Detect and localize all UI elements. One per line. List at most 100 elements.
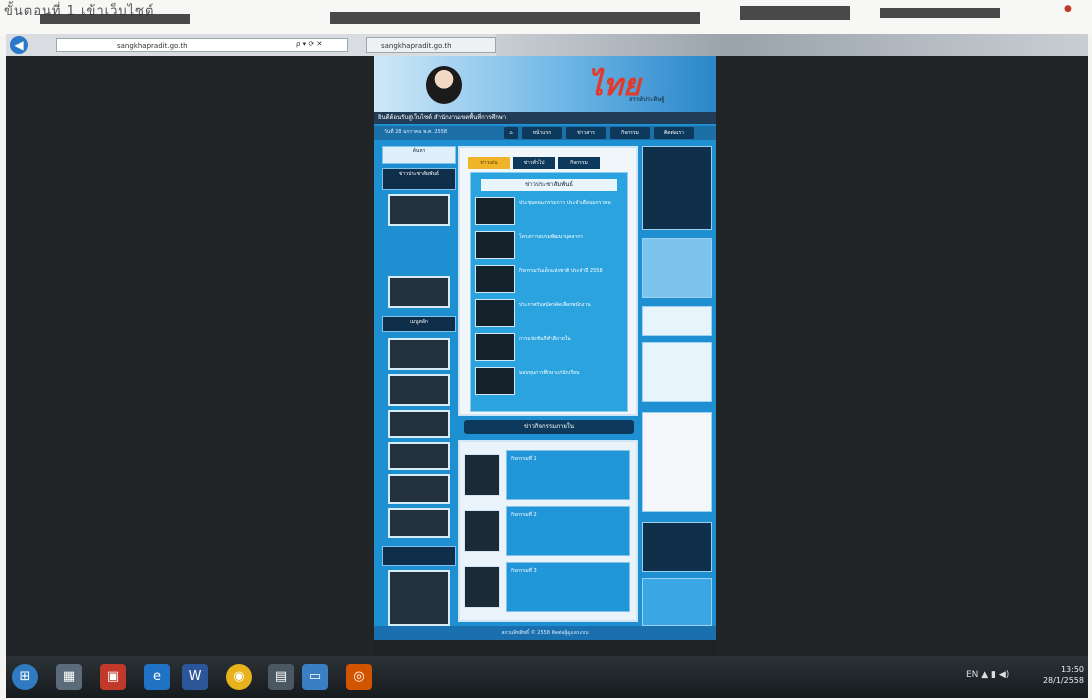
nav-item[interactable]: กิจกรรม bbox=[610, 127, 650, 139]
blur-smudge bbox=[880, 8, 1000, 18]
address-controls[interactable]: ρ ▾ ⟳ ✕ bbox=[296, 40, 322, 48]
left-thumbnail[interactable] bbox=[388, 508, 450, 538]
left-thumbnail[interactable] bbox=[388, 442, 450, 470]
news-thumbnail[interactable] bbox=[475, 367, 515, 395]
nav-item[interactable]: หน้าแรก bbox=[522, 127, 562, 139]
monitor-screen: ◀ sangkhapradit.go.th ρ ▾ ⟳ ✕ sangkhapra… bbox=[6, 34, 1088, 698]
left-thumbnail[interactable] bbox=[388, 474, 450, 504]
news-item-text[interactable]: โครงการอบรมพัฒนาบุคลากร bbox=[519, 233, 623, 241]
activity-thumbnail[interactable] bbox=[464, 566, 500, 608]
back-arrow-icon[interactable]: ◀ bbox=[10, 36, 28, 54]
news-panel-title: ข่าวประชาสัมพันธ์ bbox=[481, 179, 617, 191]
news-center: ข่าวเด่น ข่าวทั่วไป กิจกรรม ข่าวประชาสัมพั… bbox=[458, 146, 638, 416]
activity-item[interactable]: กิจกรรมที่ 1 bbox=[464, 450, 632, 500]
right-banner[interactable] bbox=[642, 146, 712, 230]
news-thumbnail[interactable] bbox=[475, 299, 515, 327]
left-column: ค้นหา ข่าวประชาสัมพันธ์ เมนูหลัก bbox=[382, 146, 456, 626]
nav-item[interactable]: ติดต่อเรา bbox=[654, 127, 694, 139]
news-item[interactable]: การแข่งขันกีฬาสีภายใน bbox=[475, 333, 623, 361]
site-footer: สงวนลิขสิทธิ์ © 2558 ติดต่อผู้ดูแลระบบ bbox=[374, 626, 716, 640]
news-item-text[interactable]: กิจกรรมวันเด็กแห่งชาติ ประจำปี 2558 bbox=[519, 267, 623, 275]
right-banner[interactable] bbox=[642, 238, 712, 298]
chrome-icon[interactable]: ◉ bbox=[226, 664, 252, 690]
left-thumbnail[interactable] bbox=[388, 276, 450, 308]
news-thumbnail[interactable] bbox=[475, 333, 515, 361]
activity-item[interactable]: กิจกรรมที่ 2 bbox=[464, 506, 632, 556]
activity-text: กิจกรรมที่ 3 bbox=[511, 568, 537, 574]
browser-toolbar: ◀ sangkhapradit.go.th ρ ▾ ⟳ ✕ sangkhapra… bbox=[6, 34, 1088, 56]
news-tab[interactable]: กิจกรรม bbox=[558, 157, 600, 169]
blur-smudge bbox=[330, 12, 700, 24]
search-label: ค้นหา bbox=[412, 148, 426, 154]
right-banner[interactable] bbox=[642, 522, 712, 572]
ie-icon[interactable]: e bbox=[144, 664, 170, 690]
right-banner[interactable] bbox=[642, 412, 712, 512]
news-item[interactable]: โครงการอบรมพัฒนาบุคลากร bbox=[475, 231, 623, 259]
news-marquee: ยินดีต้อนรับสู่เว็บไซต์ สำนักงานเขตพื้นท… bbox=[374, 112, 716, 124]
activity-box[interactable]: กิจกรรมที่ 2 bbox=[506, 506, 630, 556]
app-icon[interactable]: ▤ bbox=[268, 664, 294, 690]
right-column bbox=[642, 146, 712, 626]
news-tabs: ข่าวเด่น ข่าวทั่วไป กิจกรรม bbox=[468, 154, 632, 169]
news-thumbnail[interactable] bbox=[475, 265, 515, 293]
red-mark-icon: ● bbox=[1064, 4, 1072, 14]
left-menu-label: เมนูหลัก bbox=[410, 319, 428, 325]
left-banner[interactable]: ข่าวประชาสัมพันธ์ bbox=[382, 168, 456, 190]
toolbar-blur bbox=[496, 34, 1088, 56]
library-icon[interactable]: ▦ bbox=[56, 664, 82, 690]
left-thumbnail[interactable] bbox=[388, 570, 450, 626]
left-thumbnail[interactable] bbox=[388, 410, 450, 438]
news-thumbnail[interactable] bbox=[475, 197, 515, 225]
activity-box[interactable]: กิจกรรมที่ 1 bbox=[506, 450, 630, 500]
news-thumbnail[interactable] bbox=[475, 231, 515, 259]
activity-thumbnail[interactable] bbox=[464, 454, 500, 496]
nav-item[interactable]: ข่าวสาร bbox=[566, 127, 606, 139]
news-item[interactable]: ประชุมคณะกรรมการ ประจำเดือนมกราคม bbox=[475, 197, 623, 225]
left-menu-header[interactable]: เมนูหลัก bbox=[382, 316, 456, 332]
clock-date: 28/1/2558 bbox=[1042, 676, 1084, 685]
date-text: วันที่ 28 มกราคม พ.ศ. 2558 bbox=[384, 129, 448, 135]
activity-text: กิจกรรมที่ 1 bbox=[511, 456, 537, 462]
news-panel: ข่าวประชาสัมพันธ์ ประชุมคณะกรรมการ ประจำ… bbox=[470, 172, 628, 412]
activity-thumbnail[interactable] bbox=[464, 510, 500, 552]
site-header: ไทย สรรค์ประดิษฐ์ bbox=[374, 56, 716, 112]
news-item[interactable]: มอบทุนการศึกษาแก่นักเรียน bbox=[475, 367, 623, 395]
blur-smudge bbox=[40, 14, 190, 24]
news-item-text[interactable]: มอบทุนการศึกษาแก่นักเรียน bbox=[519, 369, 623, 377]
browser-tab[interactable]: sangkhapradit.go.th bbox=[366, 37, 496, 53]
news-tab[interactable]: ข่าวทั่วไป bbox=[513, 157, 555, 169]
left-thumbnail[interactable] bbox=[388, 374, 450, 406]
home-icon[interactable]: ⌂ bbox=[504, 127, 518, 139]
page-background-left bbox=[6, 56, 374, 656]
right-banner[interactable] bbox=[642, 342, 712, 402]
left-banner[interactable] bbox=[382, 546, 456, 566]
line-icon[interactable]: ◎ bbox=[346, 664, 372, 690]
news-item-text[interactable]: การแข่งขันกีฬาสีภายใน bbox=[519, 335, 623, 343]
activity-box[interactable]: กิจกรรมที่ 3 bbox=[506, 562, 630, 612]
start-orb-icon[interactable]: ⊞ bbox=[12, 664, 38, 690]
news-item-text[interactable]: ประชุมคณะกรรมการ ประจำเดือนมกราคม bbox=[519, 199, 623, 207]
page-background-right bbox=[716, 56, 1088, 656]
news-item[interactable]: ประกาศรับสมัครคัดเลือกพนักงาน bbox=[475, 299, 623, 327]
left-thumbnail[interactable] bbox=[388, 338, 450, 370]
activity-text: กิจกรรมที่ 2 bbox=[511, 512, 537, 518]
news-item-text[interactable]: ประกาศรับสมัครคัดเลือกพนักงาน bbox=[519, 301, 623, 309]
blur-smudge bbox=[740, 6, 850, 20]
media-icon[interactable]: ▣ bbox=[100, 664, 126, 690]
portrait-logo-icon bbox=[426, 66, 462, 104]
right-banner[interactable] bbox=[642, 578, 712, 626]
site-logo-subtitle: สรรค์ประดิษฐ์ bbox=[629, 96, 665, 103]
clock-time: 13:50 bbox=[1060, 665, 1084, 674]
word-icon[interactable]: W bbox=[182, 664, 208, 690]
left-thumbnail[interactable] bbox=[388, 194, 450, 226]
left-banner-label: ข่าวประชาสัมพันธ์ bbox=[399, 171, 439, 177]
search-box[interactable]: ค้นหา bbox=[382, 146, 456, 164]
activity-list: กิจกรรมที่ 1 กิจกรรมที่ 2 กิจกรรมที่ 3 bbox=[458, 440, 638, 622]
system-tray[interactable]: EN ▲ ▮ ◀) bbox=[966, 670, 1009, 680]
right-banner[interactable] bbox=[642, 306, 712, 336]
activity-item[interactable]: กิจกรรมที่ 3 bbox=[464, 562, 632, 612]
folder-icon[interactable]: ▭ bbox=[302, 664, 328, 690]
taskbar-clock[interactable]: 13:50 28/1/2558 bbox=[1040, 664, 1084, 686]
news-item[interactable]: กิจกรรมวันเด็กแห่งชาติ ประจำปี 2558 bbox=[475, 265, 623, 293]
news-tab[interactable]: ข่าวเด่น bbox=[468, 157, 510, 169]
